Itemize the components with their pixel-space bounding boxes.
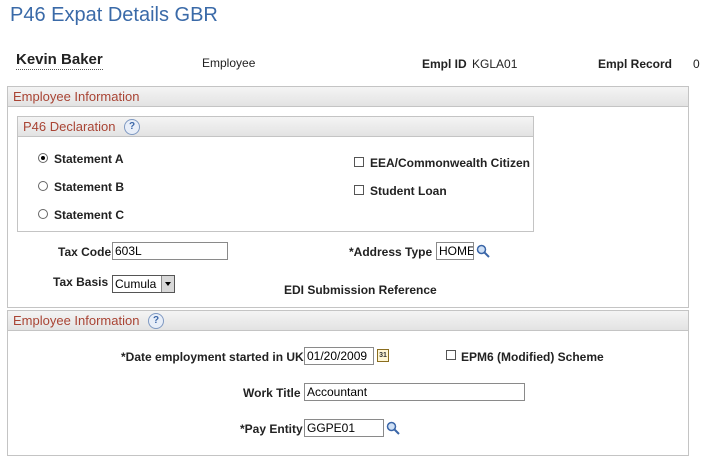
statement-a-label: Statement A [54,152,124,166]
employee-name: Kevin Baker [16,51,103,70]
statement-b-label: Statement B [54,180,125,194]
student-loan-label: Student Loan [370,184,447,198]
date-started-input[interactable]: 01/20/2009 [304,347,374,365]
empl-record-label: Empl Record [598,57,673,71]
section-header: Employee Information [8,87,688,107]
section-header-label: Employee Information [13,89,140,104]
employee-type: Employee [202,56,256,70]
calendar-icon[interactable]: 31 [377,349,389,362]
pay-entity-lookup-icon[interactable] [386,421,400,435]
edi-submission-reference-label: EDI Submission Reference [284,283,437,297]
statement-c-radio[interactable] [38,209,48,219]
epm6-scheme-checkbox[interactable] [446,350,456,360]
tax-basis-label: Tax Basis [53,275,109,289]
chevron-down-icon[interactable] [161,276,174,292]
statement-c-label: Statement C [54,208,125,222]
pay-entity-input[interactable]: GGPE01 [304,419,384,437]
page-title: P46 Expat Details GBR [10,4,218,26]
address-type-lookup-icon[interactable] [476,244,490,258]
group-header-label: P46 Declaration [23,119,116,134]
tax-code-label: Tax Code [58,245,112,259]
student-loan-checkbox[interactable] [354,185,364,195]
address-type-input[interactable]: HOME [436,242,474,260]
statement-b-radio[interactable] [38,181,48,191]
eea-citizen-label: EEA/Commonwealth Citizen [370,156,531,170]
help-icon[interactable]: ? [148,313,164,329]
date-started-label: *Date employment started in UK [121,350,304,364]
section-header: Employee Information ? [8,311,688,331]
eea-citizen-checkbox[interactable] [354,157,364,167]
section-header-label: Employee Information [13,313,140,328]
empl-record-value: 0 [693,57,700,71]
tax-code-input[interactable]: 603L [112,242,228,260]
help-icon[interactable]: ? [124,119,140,135]
empl-id-value: KGLA01 [472,57,518,71]
tax-basis-select[interactable]: Cumula [112,275,175,293]
address-type-label: *Address Type [349,245,433,259]
work-title-input[interactable]: Accountant [304,383,525,401]
statement-a-radio[interactable] [38,153,48,163]
group-header: P46 Declaration ? [18,117,533,137]
empl-id-label: Empl ID [422,57,467,71]
pay-entity-label: *Pay Entity [240,422,303,436]
epm6-scheme-label: EPM6 (Modified) Scheme [461,350,604,364]
tax-basis-value: Cumula [115,277,157,291]
work-title-label: Work Title [243,386,301,400]
